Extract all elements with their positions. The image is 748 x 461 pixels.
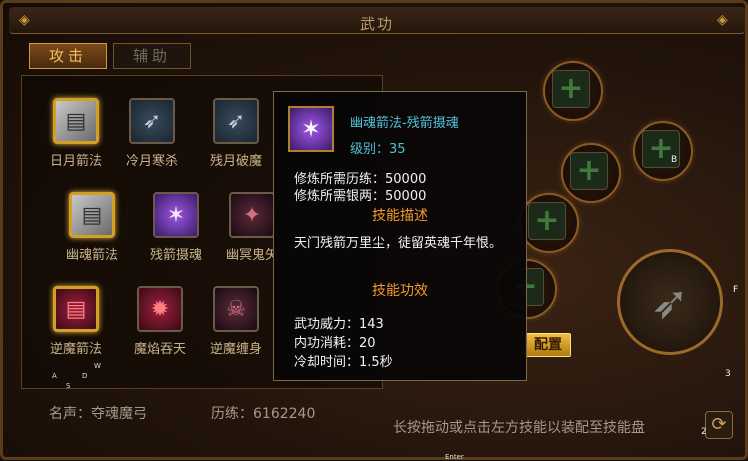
title-ornament-right-icon: ◈ xyxy=(717,12,728,28)
skill-item[interactable]: ▤ 幽魂箭法 xyxy=(48,192,136,263)
dark-icon: ✦ xyxy=(229,192,275,238)
skill-label: 逆魔缠身 xyxy=(209,342,262,357)
window-title: 武功 xyxy=(359,15,394,33)
bow-icon: ➶ xyxy=(129,98,175,144)
tooltip-skill-name: 幽魂箭法-残箭摄魂 xyxy=(350,116,459,131)
demon-icon: ☠ xyxy=(213,286,259,332)
slot-key-3: 3 xyxy=(725,369,731,379)
skill-label: 残月破魔 xyxy=(209,154,262,169)
skill-item[interactable]: ✹ 魔焰吞天 xyxy=(116,286,204,357)
skill-label: 冷月寒杀 xyxy=(125,154,178,169)
book-icon: ▤ xyxy=(53,98,99,144)
skill-tooltip: ✶ 幽魂箭法-残箭摄魂 级别：35 修炼所需历练：50000 修炼所需银两：50… xyxy=(273,91,527,381)
hotkey-a: A xyxy=(52,372,57,380)
skill-item[interactable]: ➶ 残月破魔 xyxy=(192,98,280,169)
book-icon: ▤ xyxy=(53,286,99,332)
hint-text: 长按拖动或点击左方技能以装配至技能盘 xyxy=(393,420,645,436)
main-attack-bow-icon[interactable]: ➶ xyxy=(617,249,723,355)
add-slot-icon[interactable]: + xyxy=(552,70,590,108)
tooltip-cost: 内功消耗：20 xyxy=(294,336,376,351)
skill-label: 逆魔箭法 xyxy=(49,342,102,357)
skill-item[interactable]: ▤ 日月箭法 xyxy=(32,98,120,169)
hotkey-s: S xyxy=(66,382,71,390)
tooltip-desc-heading: 技能描述 xyxy=(372,208,428,224)
config-button[interactable]: 配置 xyxy=(525,333,571,357)
title-bar[interactable]: ◈ 武功 ◈ xyxy=(9,7,745,34)
hotkey-w: W xyxy=(94,362,101,370)
slot-key-f: F xyxy=(733,285,739,295)
skill-label: 幽魂箭法 xyxy=(65,248,118,263)
skill-window: ◈ 武功 ◈ 攻击 辅助 ▤ 日月箭法 ➶ 冷月寒杀 ➶ 残月破魔 ▤ 幽魂箭法… xyxy=(0,0,748,461)
tooltip-cooldown: 冷却时间：1.5秒 xyxy=(294,355,393,370)
skill-item[interactable]: ➶ 冷月寒杀 xyxy=(108,98,196,169)
tooltip-skill-level: 级别：35 xyxy=(350,142,406,157)
skill-label: 魔焰吞天 xyxy=(133,342,186,357)
skill-item[interactable]: ▤ 逆魔箭法 xyxy=(32,286,120,357)
bow-icon: ➶ xyxy=(213,98,259,144)
tooltip-req-silver: 修炼所需银两：50000 xyxy=(294,189,427,204)
hotkey-d: D xyxy=(82,372,88,380)
refresh-icon[interactable]: ⟳ xyxy=(705,411,733,439)
skill-label: 残箭摄魂 xyxy=(149,248,202,263)
slot-key-2: 2 xyxy=(701,427,707,437)
skill-label: 日月箭法 xyxy=(49,154,102,169)
tab-assist[interactable]: 辅助 xyxy=(113,43,191,69)
fame-text: 名声：夺魂魔弓 xyxy=(49,406,147,422)
tab-attack[interactable]: 攻击 xyxy=(29,43,107,69)
tooltip-effect-heading: 技能功效 xyxy=(372,283,428,299)
claw-icon: ✶ xyxy=(288,106,334,152)
tooltip-power: 武功威力：143 xyxy=(294,317,384,332)
add-slot-icon[interactable]: + xyxy=(528,202,566,240)
tooltip-description: 天门残箭万里尘，徒留英魂千年恨。 xyxy=(294,236,503,251)
book-icon: ▤ xyxy=(69,192,115,238)
fire-icon: ✹ xyxy=(137,286,183,332)
exp-text: 历练：6162240 xyxy=(211,406,316,422)
slot-key-b: B xyxy=(671,155,678,165)
skill-item[interactable]: ☠ 逆魔缠身 xyxy=(192,286,280,357)
add-slot-icon[interactable]: + xyxy=(570,152,608,190)
claw-icon: ✶ xyxy=(153,192,199,238)
skill-item[interactable]: ✶ 残箭摄魂 xyxy=(132,192,220,263)
